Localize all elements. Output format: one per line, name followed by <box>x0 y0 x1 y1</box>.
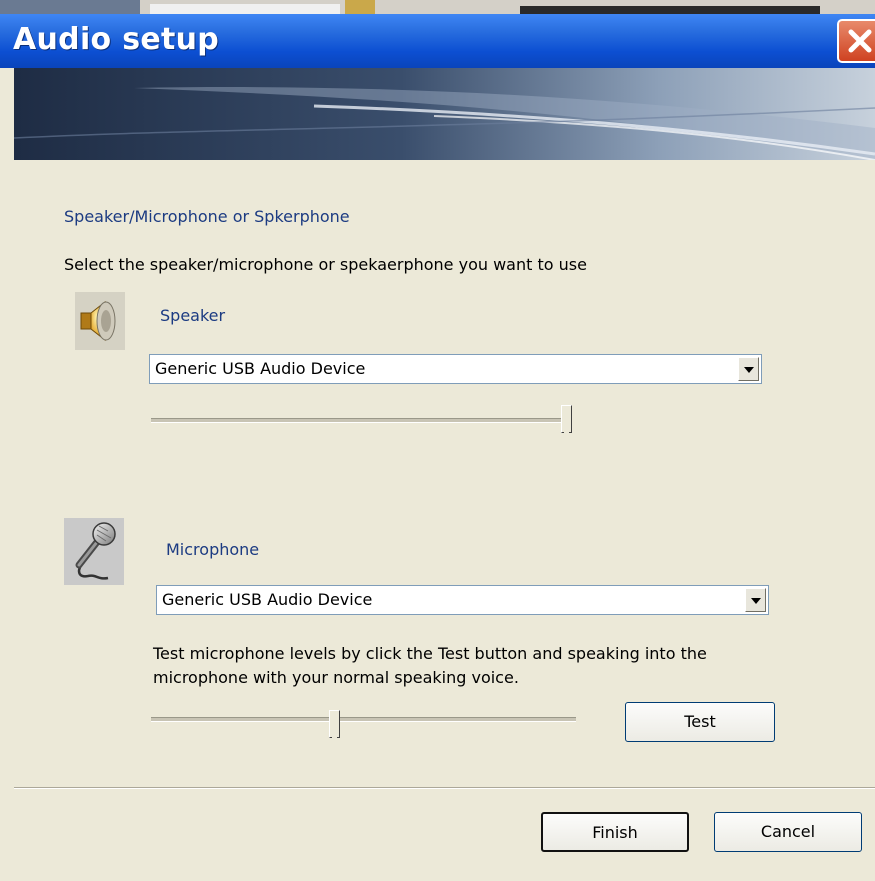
close-icon <box>848 29 872 53</box>
chevron-down-icon[interactable] <box>738 357 759 381</box>
divider <box>14 787 875 789</box>
microphone-device-select[interactable]: Generic USB Audio Device <box>156 585 769 615</box>
instruction-text: Select the speaker/microphone or spekaer… <box>64 255 587 274</box>
window-title: Audio setup <box>13 22 220 57</box>
microphone-help-text: Test microphone levels by click the Test… <box>153 644 707 687</box>
speaker-label: Speaker <box>160 306 226 325</box>
title-bar[interactable]: Audio setup <box>0 14 875 68</box>
speaker-device-select[interactable]: Generic USB Audio Device <box>149 354 762 384</box>
section-title: Speaker/Microphone or Spkerphone <box>64 207 350 226</box>
speaker-volume-thumb[interactable] <box>561 405 572 433</box>
microphone-label: Microphone <box>166 540 260 559</box>
chevron-down-icon[interactable] <box>745 588 766 612</box>
header-banner <box>14 68 875 160</box>
test-button[interactable]: Test <box>625 702 775 742</box>
microphone-level-thumb[interactable] <box>329 710 340 738</box>
close-button[interactable] <box>837 19 875 63</box>
microphone-level-track[interactable] <box>151 717 576 722</box>
finish-button[interactable]: Finish <box>541 812 689 852</box>
cancel-button[interactable]: Cancel <box>714 812 862 852</box>
speaker-device-value: Generic USB Audio Device <box>155 359 366 378</box>
microphone-icon <box>64 518 124 585</box>
background-window-strip <box>0 0 875 14</box>
microphone-device-value: Generic USB Audio Device <box>162 590 373 609</box>
speaker-icon <box>75 292 125 350</box>
speaker-volume-track[interactable] <box>151 418 571 423</box>
